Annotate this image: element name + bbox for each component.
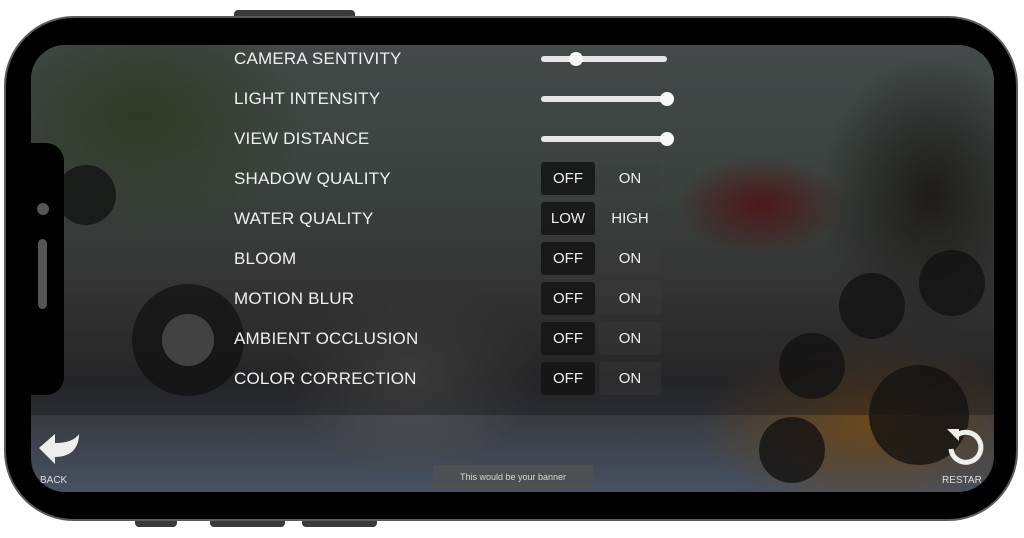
- setting-label: BLOOM: [234, 249, 297, 268]
- setting-row-bloom: BLOOM OFF ON: [234, 239, 694, 279]
- slider-knob[interactable]: [660, 132, 674, 146]
- setting-label: CAMERA SENTIVITY: [234, 49, 402, 68]
- ambient-occlusion-on-button[interactable]: ON: [599, 322, 661, 355]
- setting-label: COLOR CORRECTION: [234, 369, 417, 388]
- setting-row-motion-blur: MOTION BLUR OFF ON: [234, 279, 694, 319]
- setting-row-ambient-occlusion: AMBIENT OCCLUSION OFF ON: [234, 319, 694, 359]
- setting-label: SHADOW QUALITY: [234, 169, 391, 188]
- phone-notch: [28, 143, 64, 395]
- light-intensity-slider[interactable]: [541, 92, 674, 106]
- bloom-on-button[interactable]: ON: [599, 242, 661, 275]
- speaker-bar: [38, 239, 47, 309]
- ad-banner[interactable]: This would be your banner: [433, 465, 593, 489]
- back-label[interactable]: BACK: [40, 475, 67, 486]
- setting-label: WATER QUALITY: [234, 209, 374, 228]
- slider-knob[interactable]: [569, 52, 584, 66]
- camera-dot: [37, 203, 49, 215]
- setting-row-light-intensity: LIGHT INTENSITY: [234, 79, 694, 119]
- motion-blur-on-button[interactable]: ON: [599, 282, 661, 315]
- setting-row-camera-sensitivity: CAMERA SENTIVITY: [234, 45, 694, 79]
- color-correction-on-button[interactable]: ON: [599, 362, 661, 395]
- shadow-quality-on-button[interactable]: ON: [599, 162, 661, 195]
- water-quality-high-button[interactable]: HIGH: [599, 202, 661, 235]
- game-screen: CAMERA SENTIVITY LIGHT INTENSITY VIEW DI…: [31, 45, 994, 492]
- setting-label: LIGHT INTENSITY: [234, 89, 381, 108]
- setting-label: VIEW DISTANCE: [234, 129, 370, 148]
- bloom-off-button[interactable]: OFF: [541, 242, 595, 275]
- water-quality-low-button[interactable]: LOW: [541, 202, 595, 235]
- setting-label: MOTION BLUR: [234, 289, 355, 308]
- restart-label[interactable]: RESTAR: [942, 475, 982, 486]
- slider-knob[interactable]: [660, 92, 674, 106]
- motion-blur-off-button[interactable]: OFF: [541, 282, 595, 315]
- setting-row-water-quality: WATER QUALITY LOW HIGH: [234, 199, 694, 239]
- restart-icon: [947, 429, 984, 465]
- restart-button[interactable]: [943, 425, 987, 469]
- setting-row-view-distance: VIEW DISTANCE: [234, 119, 694, 159]
- color-correction-off-button[interactable]: OFF: [541, 362, 595, 395]
- shadow-quality-off-button[interactable]: OFF: [541, 162, 595, 195]
- curved-arrow-left-icon: [39, 434, 79, 464]
- setting-label: AMBIENT OCCLUSION: [234, 329, 419, 348]
- ambient-occlusion-off-button[interactable]: OFF: [541, 322, 595, 355]
- setting-row-shadow-quality: SHADOW QUALITY OFF ON: [234, 159, 694, 199]
- view-distance-slider[interactable]: [541, 132, 674, 146]
- camera-sensitivity-slider[interactable]: [541, 52, 667, 66]
- setting-row-color-correction: COLOR CORRECTION OFF ON: [234, 359, 694, 399]
